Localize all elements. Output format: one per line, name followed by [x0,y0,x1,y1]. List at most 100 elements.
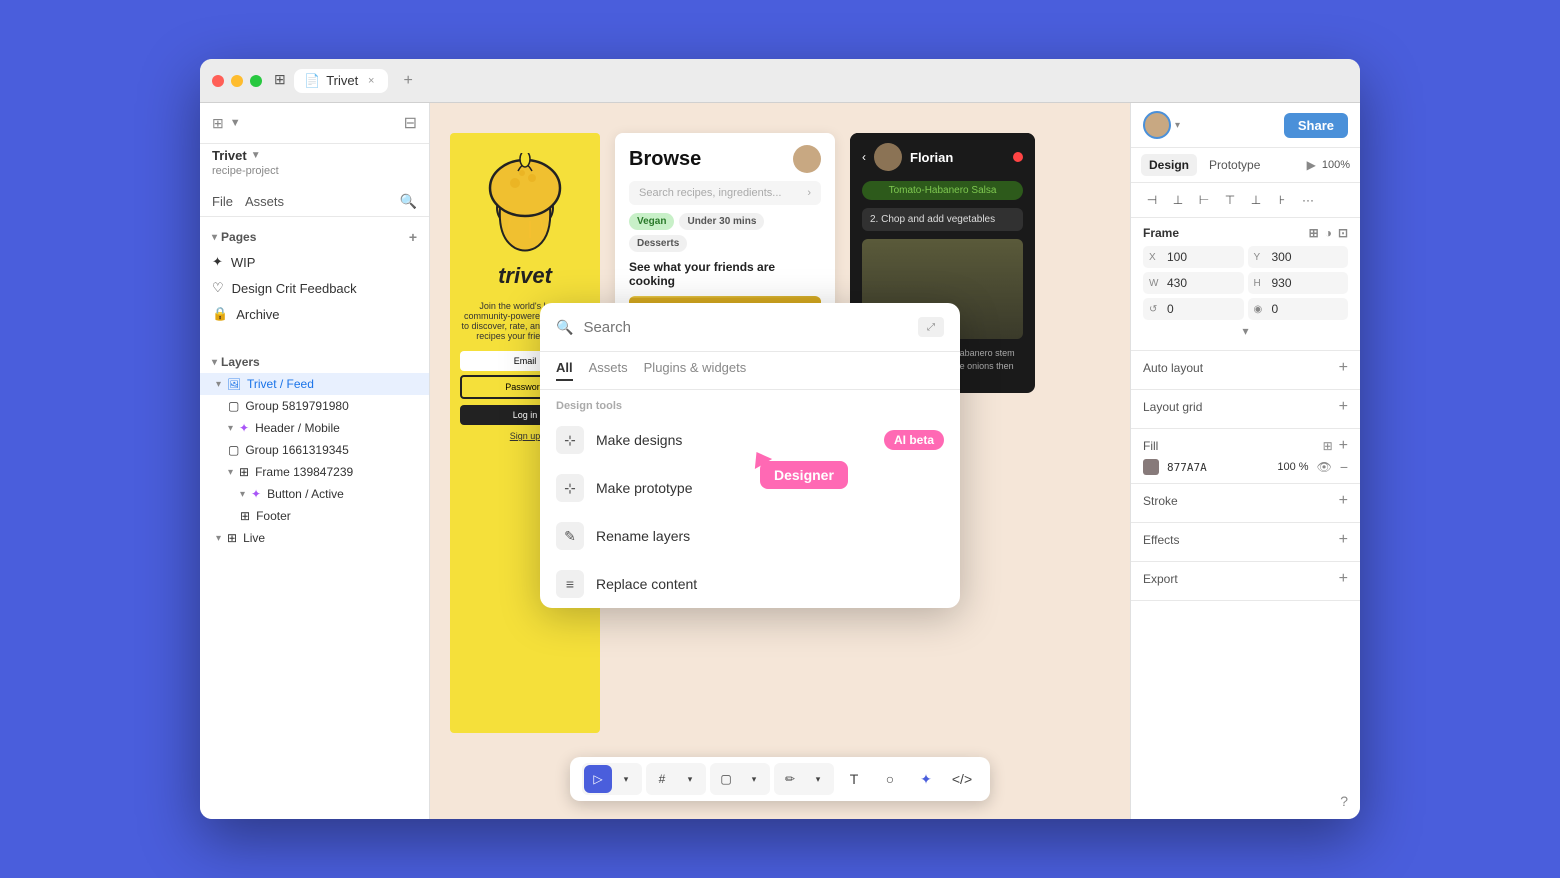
rotation-field[interactable]: ↺ 0 [1143,298,1244,320]
align-top-icon[interactable]: ⊤ [1219,189,1241,211]
layer-group-1[interactable]: ▢ Group 5819791980 [200,395,429,417]
canvas[interactable]: trivet Join the world's largest communit… [430,103,1130,819]
h-label: H [1254,278,1268,289]
traffic-lights [212,75,262,87]
rotation-value: 0 [1167,302,1174,316]
align-bottom-icon[interactable]: ⊦ [1271,189,1293,211]
spotlight-tab-plugins[interactable]: Plugins & widgets [644,360,747,381]
add-tab-button[interactable]: + [396,69,420,93]
nav-assets[interactable]: Assets [245,194,284,209]
zoom-level[interactable]: 100% [1322,159,1350,171]
page-item-archive[interactable]: 🔒 Archive [200,301,429,327]
frame-dropdown[interactable]: ▾ [676,765,704,793]
star-tool-button[interactable]: ✦ [910,763,942,795]
tab-close-icon[interactable]: × [364,74,378,88]
add-export-button[interactable]: + [1339,570,1348,588]
fill-color-swatch[interactable] [1143,459,1159,475]
spotlight-tab-assets[interactable]: Assets [589,360,628,381]
spotlight-tab-all[interactable]: All [556,360,573,381]
dark-name: Florian [910,150,953,165]
shape-tool-button[interactable]: ▢ [712,765,740,793]
w-field[interactable]: W 430 [1143,272,1244,294]
minimize-button[interactable] [231,75,243,87]
spotlight-item-rename-layers[interactable]: ✎ Rename layers [540,512,960,560]
spotlight-search-input[interactable] [583,319,908,336]
pages-chevron-icon: ▾ [212,232,217,243]
layout-grid-section: Layout grid + [1131,390,1360,429]
project-dropdown-icon[interactable]: ▼ [251,150,261,161]
resize-icon[interactable]: ⊡ [1338,226,1348,240]
view-icon[interactable]: ◑ [1325,226,1332,240]
avatar-chevron-icon[interactable]: ▾ [1175,120,1180,131]
layer-header-mobile[interactable]: ▾ ✦ Header / Mobile [200,417,429,439]
select-dropdown[interactable]: ▾ [612,765,640,793]
maximize-button[interactable] [250,75,262,87]
browse-tags: Vegan Under 30 mins Desserts [615,213,835,260]
add-fill-button[interactable]: + [1339,437,1348,455]
fill-remove-button[interactable]: − [1340,459,1348,475]
spotlight-tabs: All Assets Plugins & widgets [540,352,960,390]
more-align-icon[interactable]: ··· [1297,189,1319,211]
layout-icon[interactable]: ⊟ [404,113,417,133]
replace-content-icon: ≡ [556,570,584,598]
ai-beta-badge: AI beta [884,430,944,450]
frame-tool-button[interactable]: # [648,765,676,793]
add-stroke-button[interactable]: + [1339,492,1348,510]
layer-group2-icon: ▢ [228,443,239,457]
layer-live-chevron: ▾ [216,533,221,544]
help-icon[interactable]: ? [1340,793,1348,809]
auto-layout-label: Auto layout [1143,361,1203,375]
code-tool-button[interactable]: </> [946,763,978,795]
tab-design[interactable]: Design [1141,154,1197,176]
play-icon[interactable]: ▶ [1307,158,1316,172]
close-button[interactable] [212,75,224,87]
trivet-logo: trivet [498,263,552,289]
layer-button-active[interactable]: ▾ ✦ Button / Active [200,483,429,505]
page-item-wip[interactable]: ✦ WIP [200,249,429,275]
layout-icon-2[interactable]: ⊞ [1309,226,1319,240]
sidebar-search-icon[interactable]: 🔍 [400,193,417,210]
spotlight-expand-button[interactable]: ⤢ [918,317,944,337]
share-button[interactable]: Share [1284,113,1348,138]
layers-section-header[interactable]: ▾ Layers [200,351,429,373]
spotlight-item-replace-content[interactable]: ≡ Replace content [540,560,960,608]
add-auto-layout-button[interactable]: + [1339,359,1348,377]
spotlight-item-make-prototype[interactable]: ⊹ Make prototype [540,464,960,512]
tab-prototype[interactable]: Prototype [1201,154,1268,176]
add-page-button[interactable]: + [409,229,417,245]
nav-file[interactable]: File [212,194,233,209]
sidebar-chevron-icon: ▼ [230,117,241,129]
align-left-icon[interactable]: ⊣ [1141,189,1163,211]
h-field[interactable]: H 930 [1248,272,1349,294]
dark-step: 2. Chop and add vegetables [862,208,1023,231]
layer-frame[interactable]: ▾ ⊞ Frame 139847239 [200,461,429,483]
add-effects-button[interactable]: + [1339,531,1348,549]
fill-hex-value[interactable]: 877A7A [1167,461,1207,474]
pen-dropdown[interactable]: ▾ [804,765,832,793]
expand-props-icon[interactable]: ▾ [1143,320,1348,342]
align-center-v-icon[interactable]: ⊥ [1245,189,1267,211]
select-tool-button[interactable]: ▷ [584,765,612,793]
text-tool-button[interactable]: T [838,763,870,795]
active-tab[interactable]: 📄 Trivet × [294,69,388,93]
shape-dropdown[interactable]: ▾ [740,765,768,793]
corner-label: ◉ [1254,304,1268,315]
y-field[interactable]: Y 300 [1248,246,1349,268]
pen-tool-button[interactable]: ✏ [776,765,804,793]
fill-visibility-icon[interactable]: 👁 [1317,460,1332,474]
layer-footer-icon: ⊞ [240,509,250,523]
add-layout-grid-button[interactable]: + [1339,398,1348,416]
fill-grid-icon[interactable]: ⊞ [1323,439,1333,453]
layer-live[interactable]: ▾ ⊞ Live [200,527,429,549]
design-crit-icon: ♡ [212,280,224,296]
corner-field[interactable]: ◉ 0 [1248,298,1349,320]
layer-group-2[interactable]: ▢ Group 1661319345 [200,439,429,461]
ellipse-tool-button[interactable]: ○ [874,763,906,795]
pages-section-header[interactable]: ▾ Pages + [200,225,429,249]
align-right-icon[interactable]: ⊢ [1193,189,1215,211]
layer-footer[interactable]: ⊞ Footer [200,505,429,527]
x-field[interactable]: X 100 [1143,246,1244,268]
align-center-h-icon[interactable]: ⊥ [1167,189,1189,211]
page-item-design-crit[interactable]: ♡ Design Crit Feedback [200,275,429,301]
layer-trivet-feed[interactable]: ▾ 🖼 Trivet / Feed [200,373,429,395]
